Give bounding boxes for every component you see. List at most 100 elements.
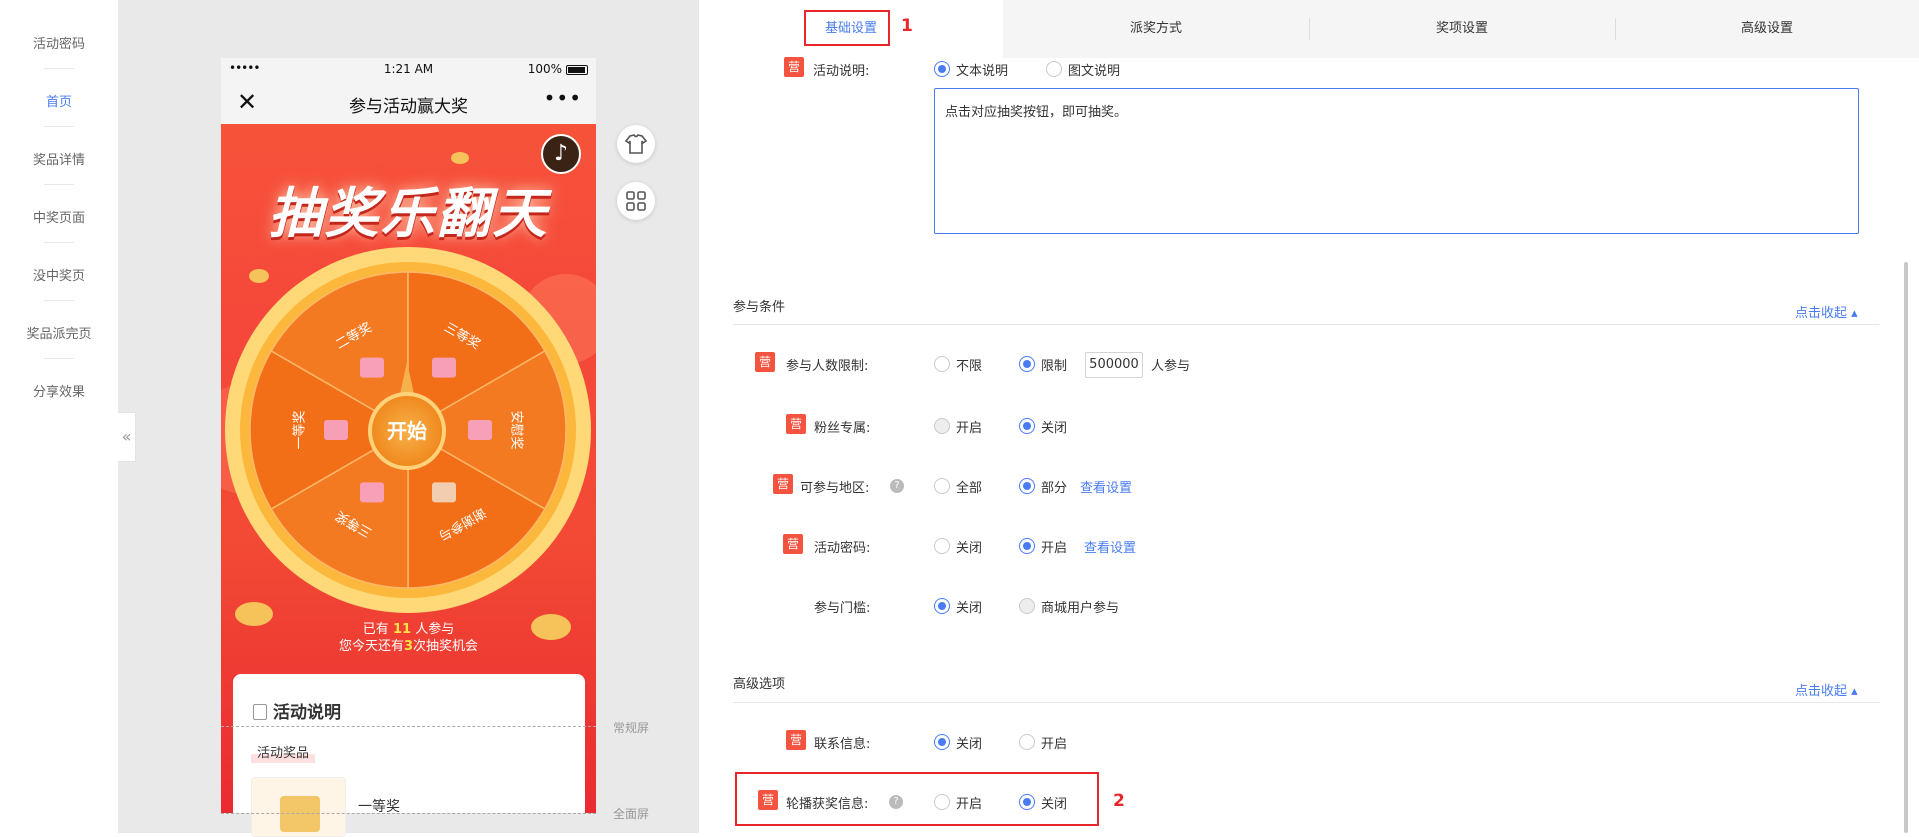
theme-button[interactable] <box>617 125 655 163</box>
password-on-radio[interactable] <box>1019 538 1035 554</box>
region-part-radio[interactable] <box>1019 478 1035 494</box>
chances-prefix: 您今天还有 <box>338 639 404 654</box>
text-desc-radio[interactable] <box>934 61 950 77</box>
sidebar-item-prize-detail[interactable]: 奖品详情 <box>0 149 118 168</box>
marketing-badge: 营 <box>758 790 778 810</box>
carousel-winners-label: 轮播获奖信息: <box>786 797 869 812</box>
sidebar-separator <box>44 68 74 69</box>
chances-suffix: 次抽奖机会 <box>413 639 479 654</box>
wheel-prize-label: 一等奖 <box>292 410 308 449</box>
music-icon[interactable]: ♪ <box>541 134 581 174</box>
tab-advanced-settings[interactable]: 高级设置 <box>1615 0 1919 58</box>
collapse-label: 点击收起 <box>1795 306 1848 321</box>
sidebar-item-win-page[interactable]: 中奖页面 <box>0 207 118 226</box>
contact-off-radio[interactable] <box>934 734 950 750</box>
normal-screen-line <box>221 726 596 727</box>
fans-off-radio[interactable] <box>1019 418 1035 434</box>
sidebar-item-lose-page[interactable]: 没中奖页 <box>0 265 118 284</box>
marketing-badge: 营 <box>786 414 806 434</box>
sidebar-collapse-button[interactable]: « <box>118 412 136 462</box>
gift-box-icon <box>280 796 320 832</box>
advanced-section-title: 高级选项 <box>733 677 786 692</box>
gift-icon <box>432 357 456 378</box>
chances-count: 3 <box>403 639 414 654</box>
layout-button[interactable] <box>617 182 655 220</box>
gift-icon <box>360 357 384 378</box>
contact-on-radio[interactable] <box>1019 734 1035 750</box>
full-screen-label: 全面屏 <box>613 807 650 821</box>
section-divider <box>733 324 1879 325</box>
participants-suffix: 人参与 <box>415 622 455 637</box>
sidebar-separator <box>44 242 74 243</box>
participation-collapse-link[interactable]: 点击收起 ▴ <box>1795 302 1858 321</box>
carousel-winners-row: 营 轮播获奖信息: ? 开启 关闭 <box>758 790 1258 814</box>
image-desc-radio[interactable] <box>1046 61 1062 77</box>
tab-award-method[interactable]: 派奖方式 <box>1003 0 1309 58</box>
region-part-label: 部分 <box>1041 481 1068 496</box>
caret-up-icon: ▴ <box>1851 306 1858 321</box>
limit-label: 限制 <box>1041 359 1068 374</box>
password-settings-link[interactable]: 查看设置 <box>1084 537 1136 556</box>
marketing-badge: 营 <box>786 730 806 750</box>
limit-people-label: 参与人数限制: <box>786 359 869 374</box>
sidebar-separator <box>44 300 74 301</box>
sidebar-item-home[interactable]: 首页 <box>0 91 118 110</box>
threshold-label: 参与门槛: <box>814 601 871 616</box>
threshold-row: 参与门槛: 关闭 商城用户参与 <box>812 594 1312 618</box>
no-limit-label: 不限 <box>956 359 983 374</box>
caret-up-icon: ▴ <box>1851 684 1858 699</box>
limit-radio[interactable] <box>1019 356 1035 372</box>
marketing-badge: 营 <box>783 534 803 554</box>
contact-row: 营 联系信息: 关闭 开启 <box>783 730 1283 754</box>
limit-people-input[interactable]: 500000 <box>1085 352 1143 378</box>
annotation-box-1 <box>804 10 890 46</box>
participants-prefix: 已有 <box>362 622 389 637</box>
help-icon[interactable]: ? <box>890 479 904 493</box>
gift-icon <box>432 482 456 503</box>
shirt-icon <box>624 134 648 154</box>
participants-count: 11 <box>392 622 412 637</box>
marketing-badge: 营 <box>755 352 775 372</box>
fans-on-radio[interactable] <box>934 418 950 434</box>
left-sidebar: 活动密码 首页 奖品详情 中奖页面 没中奖页 奖品派完页 分享效果 <box>0 0 118 833</box>
document-icon <box>253 704 267 720</box>
marketing-badge: 营 <box>773 474 793 494</box>
prize-section-tag: 活动奖品 <box>251 740 316 763</box>
password-off-radio[interactable] <box>934 538 950 554</box>
text-desc-label: 文本说明 <box>956 64 1009 79</box>
threshold-mall-label: 商城用户参与 <box>1041 601 1120 616</box>
participation-section-title: 参与条件 <box>733 300 786 315</box>
fans-only-row: 营 粉丝专属: 开启 关闭 <box>783 414 1283 438</box>
more-icon[interactable]: ••• <box>544 86 582 110</box>
activity-info-card: 活动说明 活动奖品 一等奖 <box>233 674 585 837</box>
region-all-radio[interactable] <box>934 478 950 494</box>
limit-people-row: 营 参与人数限制: 不限 限制 人参与 <box>755 352 1255 376</box>
password-row: 营 活动密码: 关闭 开启 查看设置 <box>783 534 1283 558</box>
activity-desc-textarea[interactable]: 点击对应抽奖按钮，即可抽奖。 <box>934 88 1859 234</box>
region-row: 营 可参与地区: ? 全部 部分 查看设置 <box>770 474 1270 498</box>
tab-prize-settings[interactable]: 奖项设置 <box>1309 0 1615 58</box>
carousel-on-radio[interactable] <box>934 794 950 810</box>
start-spin-button[interactable]: 开始 <box>368 392 446 470</box>
fans-only-label: 粉丝专属: <box>814 421 871 436</box>
contact-off-label: 关闭 <box>956 737 983 752</box>
advanced-collapse-link[interactable]: 点击收起 ▴ <box>1795 680 1858 699</box>
carousel-off-radio[interactable] <box>1019 794 1035 810</box>
no-limit-radio[interactable] <box>934 356 950 372</box>
help-icon[interactable]: ? <box>889 795 903 809</box>
annotation-number-1: 1 <box>901 16 913 36</box>
gift-icon <box>468 420 492 440</box>
gift-icon <box>360 482 384 503</box>
battery-text: 100% <box>527 62 562 76</box>
region-settings-link[interactable]: 查看设置 <box>1080 477 1132 496</box>
sidebar-item-prize-out-page[interactable]: 奖品派完页 <box>0 323 118 342</box>
sidebar-item-activity-password[interactable]: 活动密码 <box>0 33 118 52</box>
sidebar-item-share-effect[interactable]: 分享效果 <box>0 381 118 400</box>
vertical-scrollbar[interactable] <box>1904 262 1908 833</box>
threshold-mall-radio[interactable] <box>1019 598 1035 614</box>
prize-thumbnail <box>251 777 346 837</box>
threshold-off-radio[interactable] <box>934 598 950 614</box>
sidebar-separator <box>44 184 74 185</box>
image-desc-label: 图文说明 <box>1068 64 1121 79</box>
battery-icon <box>566 65 588 75</box>
